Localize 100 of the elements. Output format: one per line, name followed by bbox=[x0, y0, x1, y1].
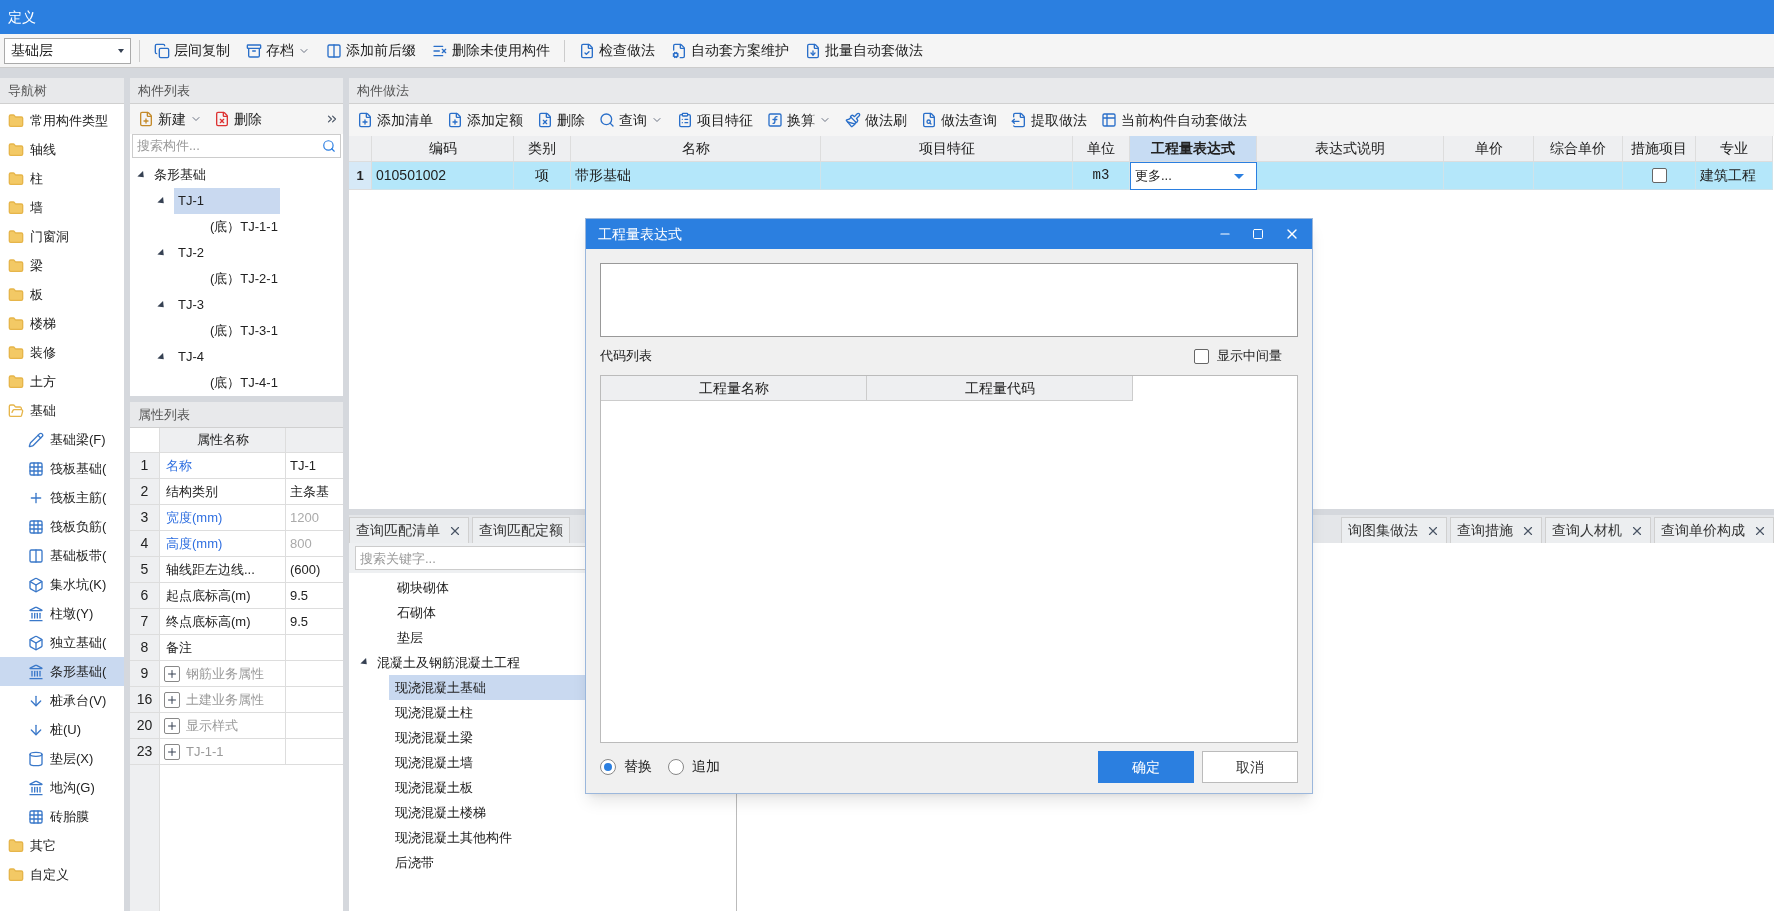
toolbar-button[interactable]: 检查做法 bbox=[573, 36, 661, 65]
toolbar-button[interactable]: 存档 bbox=[240, 36, 316, 65]
nav-item[interactable]: 轴线 bbox=[0, 135, 124, 164]
nav-subitem[interactable]: 条形基础( bbox=[0, 657, 124, 686]
nav-subitem[interactable]: 筏板负筋( bbox=[0, 512, 124, 541]
nav-subitem[interactable]: 桩承台(V) bbox=[0, 686, 124, 715]
property-value[interactable]: 主条基 bbox=[286, 479, 343, 505]
radio-button[interactable] bbox=[600, 758, 616, 775]
nav-subitem[interactable]: 独立基础( bbox=[0, 628, 124, 657]
query-tab[interactable]: 查询匹配清单 bbox=[349, 517, 469, 543]
list-toolbar-button[interactable]: 新建 bbox=[134, 106, 206, 132]
toolbar-button[interactable]: 添加定额 bbox=[441, 106, 529, 134]
property-value[interactable]: TJ-1 bbox=[286, 453, 343, 479]
tree-node[interactable]: 石砌体 bbox=[393, 600, 440, 625]
query-tab[interactable]: 查询人材机 bbox=[1545, 517, 1651, 543]
checkbox[interactable] bbox=[1194, 348, 1209, 364]
nav-item[interactable]: 装修 bbox=[0, 338, 124, 367]
nav-item[interactable]: 自定义 bbox=[0, 860, 124, 889]
tree-node[interactable]: TJ-3 bbox=[174, 292, 280, 318]
nav-item[interactable]: 基础 bbox=[0, 396, 124, 425]
nav-subitem[interactable]: 基础板带( bbox=[0, 541, 124, 570]
nav-subitem[interactable]: 柱墩(Y) bbox=[0, 599, 124, 628]
search-input[interactable]: 搜索构件... bbox=[137, 136, 322, 156]
query-tab[interactable]: 查询匹配定额 bbox=[472, 517, 570, 543]
toolbar-button[interactable]: 提取做法 bbox=[1005, 106, 1093, 134]
column-header[interactable]: 项目特征 bbox=[821, 136, 1073, 162]
property-value[interactable]: (600) bbox=[286, 557, 343, 583]
query-tab[interactable]: 查询单价构成 bbox=[1654, 517, 1774, 543]
column-header[interactable]: 措施项目 bbox=[1623, 136, 1696, 162]
toolbar-button[interactable]: 换算 bbox=[761, 106, 837, 134]
toolbar-button[interactable]: 做法查询 bbox=[915, 106, 1003, 134]
property-value[interactable]: 9.5 bbox=[286, 609, 343, 635]
nav-item[interactable]: 墙 bbox=[0, 193, 124, 222]
column-header[interactable]: 单价 bbox=[1444, 136, 1534, 162]
column-header[interactable]: 综合单价 bbox=[1534, 136, 1623, 162]
nav-subitem[interactable]: 地沟(G) bbox=[0, 773, 124, 802]
column-header[interactable]: 名称 bbox=[571, 136, 821, 162]
column-header[interactable]: 编码 bbox=[372, 136, 514, 162]
dialog-button[interactable]: 确定 bbox=[1098, 751, 1194, 783]
tree-node[interactable]: 砌块砌体 bbox=[393, 575, 453, 600]
tree-node[interactable]: 现浇混凝土其他构件 bbox=[389, 825, 736, 850]
column-header[interactable]: 工程量表达式 bbox=[1130, 136, 1257, 162]
toolbar-button[interactable]: 添加清单 bbox=[351, 106, 439, 134]
toolbar-button[interactable]: 项目特征 bbox=[671, 106, 759, 134]
tree-node[interactable]: 垫层 bbox=[393, 625, 427, 650]
tree-node[interactable]: TJ-2 bbox=[174, 240, 280, 266]
nav-item[interactable]: 楼梯 bbox=[0, 309, 124, 338]
column-header[interactable]: 类别 bbox=[514, 136, 571, 162]
tree-node[interactable]: 条形基础 bbox=[138, 162, 343, 188]
property-value[interactable]: 9.5 bbox=[286, 583, 343, 609]
nav-subitem[interactable]: 基础梁(F) bbox=[0, 425, 124, 454]
column-header[interactable]: 单位 bbox=[1073, 136, 1130, 162]
toolbar-button[interactable]: 批量自动套做法 bbox=[799, 36, 929, 65]
toolbar-button[interactable]: 删除 bbox=[531, 106, 591, 134]
nav-item[interactable]: 门窗洞 bbox=[0, 222, 124, 251]
toolbar-button[interactable]: 做法刷 bbox=[839, 106, 913, 134]
tree-node[interactable]: (底）TJ-1-1 bbox=[206, 217, 282, 237]
more-icon[interactable] bbox=[325, 112, 339, 126]
toolbar-button[interactable]: 当前构件自动套做法 bbox=[1095, 106, 1253, 134]
column-header[interactable]: 专业 bbox=[1696, 136, 1773, 162]
nav-subitem[interactable]: 筏板主筋( bbox=[0, 483, 124, 512]
expression-dropdown[interactable]: 更多... bbox=[1130, 162, 1257, 190]
tree-node[interactable]: 现浇混凝土楼梯 bbox=[389, 800, 736, 825]
search-field[interactable]: 搜索构件... bbox=[132, 134, 341, 158]
floor-select[interactable]: 基础层 bbox=[4, 37, 131, 64]
maximize-icon[interactable] bbox=[1252, 228, 1264, 240]
tree-node[interactable]: (底）TJ-2-1 bbox=[206, 269, 282, 289]
nav-item[interactable]: 梁 bbox=[0, 251, 124, 280]
tree-node[interactable]: TJ-1 bbox=[174, 188, 280, 214]
expand-plus-icon[interactable] bbox=[164, 665, 180, 682]
radio-button[interactable] bbox=[668, 758, 684, 775]
nav-subitem[interactable]: 垫层(X) bbox=[0, 744, 124, 773]
expand-plus-icon[interactable] bbox=[164, 743, 180, 760]
tree-node[interactable]: 后浇带 bbox=[389, 850, 736, 875]
toolbar-button[interactable]: 删除未使用构件 bbox=[426, 36, 556, 65]
nav-subitem[interactable]: 筏板基础( bbox=[0, 454, 124, 483]
nav-item[interactable]: 土方 bbox=[0, 367, 124, 396]
expand-plus-icon[interactable] bbox=[164, 717, 180, 734]
toolbar-button[interactable]: 查询 bbox=[593, 106, 669, 134]
list-toolbar-button[interactable]: 删除 bbox=[210, 106, 266, 132]
toolbar-button[interactable]: 层间复制 bbox=[148, 36, 236, 65]
query-tab[interactable]: 询图集做法 bbox=[1341, 517, 1447, 543]
nav-subitem[interactable]: 集水坑(K) bbox=[0, 570, 124, 599]
nav-item[interactable]: 板 bbox=[0, 280, 124, 309]
checkbox[interactable] bbox=[1651, 168, 1667, 183]
tree-node[interactable]: 混凝土及钢筋混凝土工程 bbox=[377, 652, 520, 673]
column-header[interactable]: 表达式说明 bbox=[1257, 136, 1444, 162]
nav-subitem[interactable]: 砖胎膜 bbox=[0, 802, 124, 831]
query-tab[interactable]: 查询措施 bbox=[1450, 517, 1542, 543]
tree-node[interactable]: TJ-4 bbox=[174, 344, 280, 370]
nav-item[interactable]: 常用构件类型 bbox=[0, 106, 124, 135]
toolbar-button[interactable]: 添加前后缀 bbox=[320, 36, 422, 65]
nav-item[interactable]: 柱 bbox=[0, 164, 124, 193]
tree-node[interactable]: (底）TJ-4-1 bbox=[206, 373, 282, 393]
expression-field[interactable] bbox=[600, 263, 1298, 337]
tree-node[interactable]: (底）TJ-3-1 bbox=[206, 321, 282, 341]
nav-item[interactable]: 其它 bbox=[0, 831, 124, 860]
toolbar-button[interactable]: 自动套方案维护 bbox=[665, 36, 795, 65]
expand-plus-icon[interactable] bbox=[164, 691, 180, 708]
nav-subitem[interactable]: 桩(U) bbox=[0, 715, 124, 744]
